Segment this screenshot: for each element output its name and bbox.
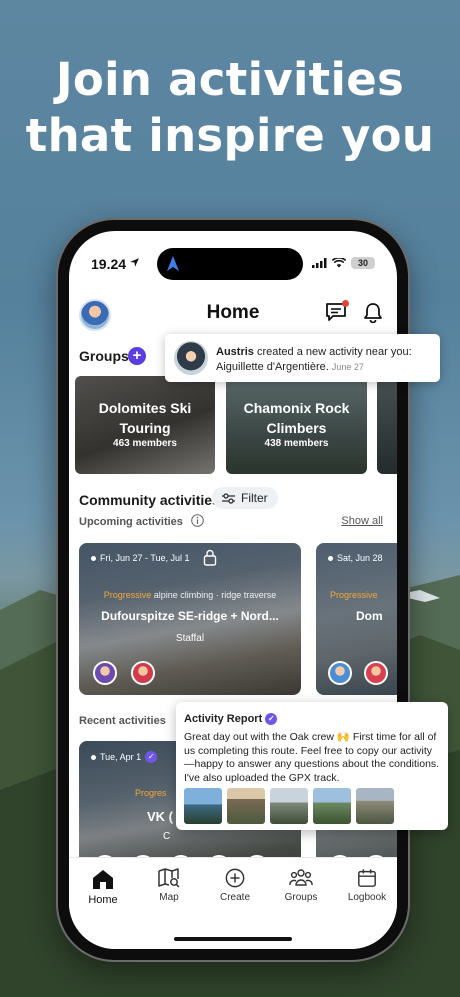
date-text: Fri, Jun 27 - Tue, Jul 1: [100, 553, 190, 563]
home-indicator: [174, 937, 292, 941]
activity-report-card[interactable]: Activity Report ✓ Great day out with the…: [176, 702, 448, 830]
bell-icon: [364, 303, 382, 324]
tab-groups[interactable]: Groups: [271, 868, 331, 903]
navigation-arrow-icon: [167, 256, 179, 271]
app-header: Home: [69, 296, 397, 336]
activity-date: Tue, Apr 1 ✓: [91, 751, 158, 763]
notification-time: June 27: [331, 362, 364, 372]
participant-avatar: [364, 661, 388, 685]
plus-circle-icon: [225, 868, 245, 888]
group-members: 438 members: [264, 438, 329, 449]
group-card[interactable]: [377, 376, 397, 474]
date-text: Tue, Apr 1: [100, 752, 142, 762]
activity-level: Progressive: [103, 590, 152, 600]
calendar-icon: [358, 869, 376, 887]
tab-map[interactable]: Map: [139, 868, 199, 903]
report-body: Great day out with the Oak crew 🙌 First …: [184, 731, 440, 784]
upcoming-label: Upcoming activities: [79, 516, 183, 528]
tab-label: Home: [88, 894, 118, 906]
activity-type: alpine climbing · ridge traverse: [151, 590, 277, 600]
group-card[interactable]: Dolomites Ski Touring 463 members: [75, 376, 215, 474]
tab-label: Logbook: [347, 892, 387, 903]
report-photo[interactable]: [184, 788, 222, 824]
battery-indicator: 30: [351, 257, 375, 269]
group-name: Dolomites Ski Touring: [98, 400, 192, 436]
groups-icon: [289, 869, 313, 886]
activity-place: C: [163, 831, 171, 842]
group-card[interactable]: Chamonix Rock Climbers 438 members: [226, 376, 367, 474]
unread-dot: [342, 300, 349, 307]
sliders-icon: [222, 492, 235, 504]
notification-avatar: [174, 341, 208, 375]
info-icon[interactable]: [191, 514, 204, 527]
date-dot: [91, 754, 96, 760]
card-shade: [377, 376, 397, 474]
tab-label: Create: [219, 892, 250, 903]
map-icon: [158, 868, 180, 888]
date-text: Sat, Jun 28: [337, 553, 383, 563]
status-time: 19.24: [91, 256, 127, 272]
notification-text: Austris created a new activity near you:…: [216, 345, 432, 375]
activity-place: Staffal: [175, 633, 205, 644]
tab-home[interactable]: Home: [73, 868, 133, 906]
activity-tag: Progressive alpine climbing · ridge trav…: [79, 590, 301, 600]
activity-date: Sat, Jun 28: [328, 553, 383, 563]
add-group-button[interactable]: +: [128, 347, 146, 365]
notifications-button[interactable]: [363, 302, 383, 328]
filter-label: Filter: [241, 491, 268, 505]
chat-button[interactable]: [325, 300, 349, 327]
tab-create[interactable]: Create: [205, 868, 265, 903]
phone-frame: 19.24 30 Home Groups + Dolomites Ski Tou…: [58, 220, 408, 960]
headline-line-1: Join activities: [55, 53, 405, 106]
report-photo[interactable]: [356, 788, 394, 824]
activity-level: Progressive: [330, 590, 378, 600]
wifi-icon: [332, 258, 346, 268]
tab-logbook[interactable]: Logbook: [337, 868, 397, 903]
lock-icon: [203, 549, 217, 566]
date-dot: [91, 555, 96, 561]
dynamic-island: [157, 248, 303, 280]
activity-date: Fri, Jun 27 - Tue, Jul 1: [91, 553, 190, 563]
community-title: Community activities: [79, 492, 220, 508]
groups-title: Groups: [79, 348, 129, 364]
participant-avatar: [328, 661, 352, 685]
verified-icon: ✓: [265, 713, 278, 726]
location-arrow-icon: [130, 258, 139, 267]
report-title: Activity Report: [184, 713, 263, 725]
signal-icon: [312, 258, 327, 268]
headline: Join activities that inspire you: [0, 52, 460, 164]
date-dot: [328, 555, 333, 561]
status-right: 30: [312, 257, 375, 269]
tab-label: Groups: [284, 892, 318, 903]
participant-avatar: [93, 661, 117, 685]
headline-line-2: that inspire you: [25, 109, 435, 162]
activity-notification[interactable]: Austris created a new activity near you:…: [165, 334, 440, 382]
tab-label: Map: [159, 892, 179, 903]
activity-title: Dufourspitze SE-ridge + Nord...: [101, 609, 279, 623]
activity-title: Dom: [356, 609, 383, 623]
participant-avatar: [131, 661, 155, 685]
group-members: 463 members: [113, 438, 177, 449]
activity-level: Progres: [135, 788, 167, 798]
group-name: Chamonix Rock Climbers: [243, 400, 350, 436]
notification-user: Austris: [216, 346, 254, 358]
filter-button[interactable]: Filter: [212, 487, 278, 509]
status-bar: 19.24 30: [69, 231, 397, 281]
activity-card[interactable]: Sat, Jun 28 Progressive Dom: [316, 543, 397, 695]
report-title-row: Activity Report ✓: [184, 713, 278, 726]
show-all-link[interactable]: Show all: [341, 515, 383, 527]
tab-bar: Home Map Create Groups Logbook: [69, 857, 397, 949]
activity-tag: Progressive: [330, 590, 397, 600]
home-icon: [93, 870, 113, 889]
report-photo[interactable]: [313, 788, 351, 824]
report-photo[interactable]: [270, 788, 308, 824]
activity-card[interactable]: Fri, Jun 27 - Tue, Jul 1 Progressive alp…: [79, 543, 301, 695]
verified-icon: ✓: [145, 751, 158, 763]
report-photo[interactable]: [227, 788, 265, 824]
recent-label: Recent activities: [79, 715, 166, 727]
